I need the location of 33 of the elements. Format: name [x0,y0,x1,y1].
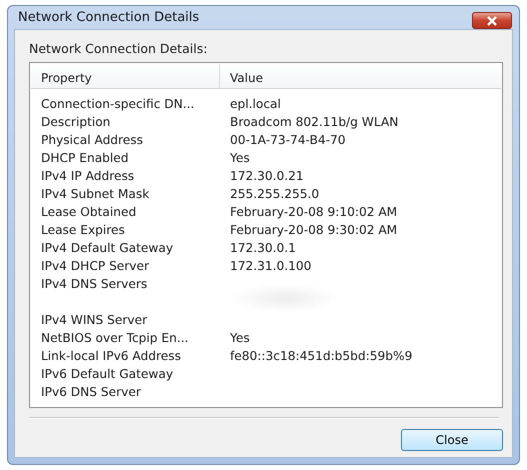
property-cell: IPv4 WINS Server [41,312,148,327]
property-cell: IPv6 DNS Server [41,384,141,399]
value-cell: February-20-08 9:30:02 AM [230,222,398,237]
value-cell: 172.31.0.100 [230,258,312,273]
property-cell: Description [41,114,110,129]
property-cell: Lease Expires [41,222,125,237]
section-label: Network Connection Details: [29,40,208,58]
value-cell: fe80::3c18:451d:b5bd:59b%9 [230,348,412,363]
column-header[interactable]: Property [41,71,92,85]
value-cell: February-20-08 9:10:02 AM [230,204,398,219]
property-cell: IPv4 DHCP Server [41,258,150,273]
property-cell: IPv4 Subnet Mask [41,186,150,201]
value-cell: 172.30.0.1 [230,240,296,255]
value-cell: Yes [230,150,250,165]
property-cell: Link-local IPv6 Address [41,348,181,363]
property-cell: NetBIOS over Tcpip En... [41,330,188,345]
property-cell: IPv4 DNS Servers [41,276,148,291]
window-title: Network Connection Details [18,8,200,27]
value-cell: epl.local [230,96,281,111]
property-cell: Physical Address [41,132,143,147]
property-cell: Connection-specific DN... [41,96,194,111]
property-cell: Lease Obtained [41,204,136,219]
value-cell: 255.255.255.0 [230,186,320,201]
property-cell: IPv6 Default Gateway [41,366,174,381]
value-cell: 00-1A-73-74-B4-70 [230,132,346,147]
property-cell: IPv4 IP Address [41,168,134,183]
value-cell: 172.30.0.21 [230,168,304,183]
close-button[interactable]: Close [401,429,503,451]
value-cell: Yes [230,330,250,345]
property-cell: IPv4 Default Gateway [41,240,174,255]
column-header[interactable]: Value [230,71,263,85]
value-cell: Broadcom 802.11b/g WLAN [230,114,398,129]
property-cell: DHCP Enabled [41,150,129,165]
